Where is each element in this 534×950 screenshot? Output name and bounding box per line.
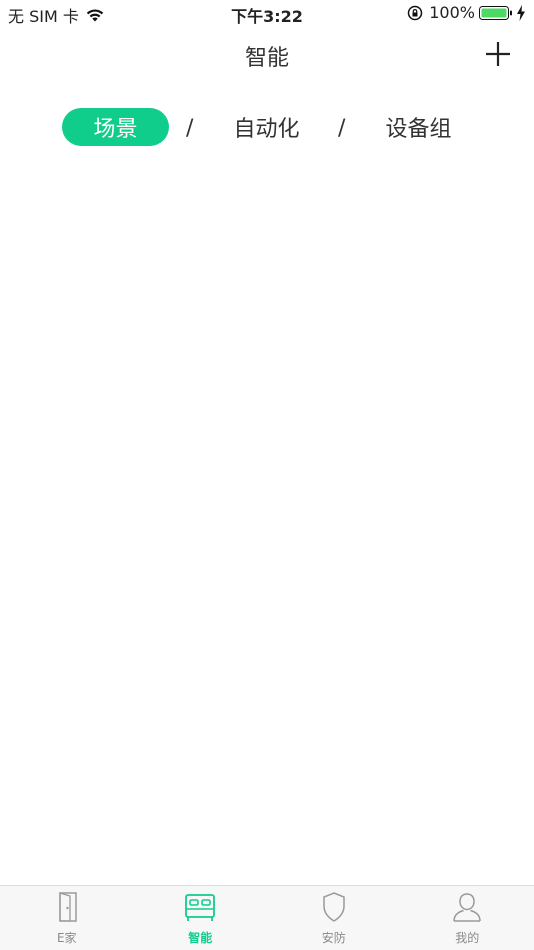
tab-security[interactable]: 安防 [267,886,401,950]
tab-automation-label: 自动化 [233,117,300,142]
tab-mine[interactable]: 我的 [401,886,534,950]
status-right: 100% [407,3,526,22]
tab-smart[interactable]: 智能 [134,886,268,950]
tab-automation[interactable]: 自动化 [213,108,320,146]
nav-header: 智能 [0,28,534,80]
status-bar: 无 SIM 卡 下午3:22 100% [0,0,534,28]
tab-device-group[interactable]: 设备组 [365,108,472,146]
charging-bolt-icon [517,4,525,21]
user-icon [453,893,481,922]
bottom-tab-bar: E家 智能 安防 我的 [0,885,534,950]
segment-tabs: 场景 / 自动化 / 设备组 [0,108,534,148]
scene-list [0,160,534,885]
shield-icon [323,892,345,922]
segment-separator: / [338,116,346,141]
bed-icon [185,894,216,921]
battery-icon [479,5,512,20]
segment-separator: / [186,116,194,141]
battery-percent: 100% [429,3,475,22]
page-title: 智能 [244,46,289,71]
tab-scene-label: 场景 [93,117,138,142]
tab-security-label: 安防 [321,931,346,945]
add-icon[interactable] [484,40,512,68]
tab-device-group-label: 设备组 [385,117,452,142]
tab-scene[interactable]: 场景 [62,108,169,146]
tab-smart-label: 智能 [188,931,213,945]
door-icon [59,892,77,922]
tab-mine-label: 我的 [455,931,480,945]
rotation-lock-icon [408,5,423,20]
tab-home-label: E家 [56,931,77,945]
tab-home[interactable]: E家 [0,886,134,950]
